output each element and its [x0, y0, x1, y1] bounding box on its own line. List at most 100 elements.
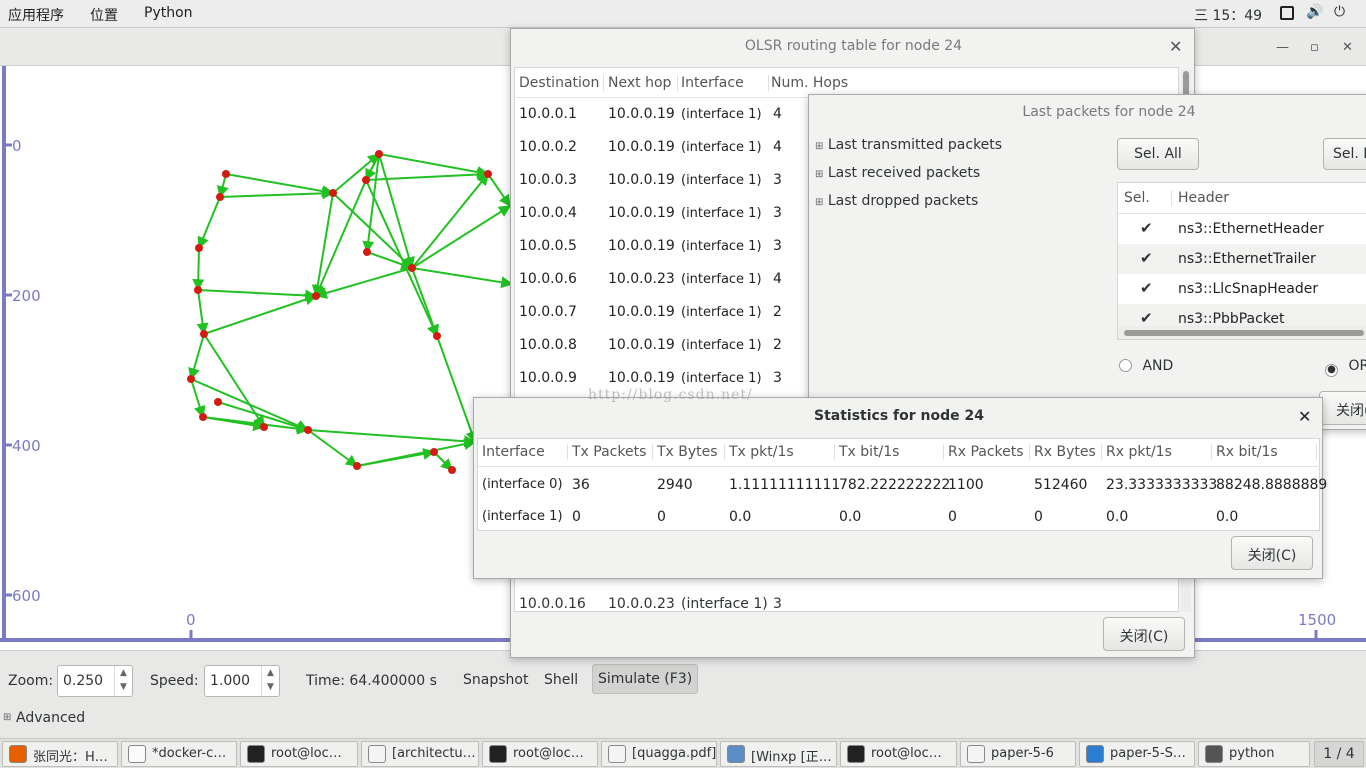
- zoom-spinner[interactable]: 0.250 ▲ ▼: [57, 665, 133, 697]
- tree-dropped[interactable]: ⊞ Last dropped packets: [815, 193, 978, 209]
- node[interactable]: [312, 292, 320, 300]
- col-num-hops[interactable]: Num. Hops: [771, 75, 848, 91]
- maximize-icon[interactable]: ▫: [1310, 40, 1319, 55]
- volume-icon[interactable]: 🔊: [1306, 4, 1323, 20]
- stats-col-header[interactable]: Rx pkt/1s: [1106, 444, 1212, 460]
- table-row[interactable]: 10.0.0.5 10.0.0.19 (interface 1) 3: [515, 230, 815, 263]
- table-row[interactable]: 10.0.0.3 10.0.0.19 (interface 1) 3: [515, 164, 815, 197]
- col-header[interactable]: Header: [1178, 190, 1229, 206]
- table-cell: 10.0.0.4: [519, 205, 577, 221]
- close-icon[interactable]: ✕: [1298, 407, 1311, 426]
- clock[interactable]: 三 15：49: [1194, 5, 1262, 25]
- list-item[interactable]: ✔ ns3::EthernetTrailer: [1118, 244, 1366, 274]
- taskbar-item[interactable]: [architectu…: [361, 741, 479, 767]
- taskbar-item[interactable]: root@loc…: [482, 741, 598, 767]
- node[interactable]: [222, 170, 230, 178]
- node[interactable]: [375, 150, 383, 158]
- taskbar-item[interactable]: [Winxp [正…: [720, 741, 837, 767]
- close-icon[interactable]: ✕: [1169, 37, 1182, 56]
- advanced-expander[interactable]: Advanced: [16, 710, 85, 726]
- packets-close-button[interactable]: 关闭(: [1319, 391, 1366, 425]
- node[interactable]: [200, 330, 208, 338]
- node[interactable]: [484, 170, 492, 178]
- window-list-icon[interactable]: [1280, 6, 1294, 20]
- stats-close-button[interactable]: 关闭(C): [1231, 536, 1313, 570]
- table-row[interactable]: (interface 0) 36 2940 1.11111111111 782.2222…: [478, 467, 1327, 499]
- stats-col-header[interactable]: Tx Packets: [572, 444, 653, 460]
- node[interactable]: [304, 426, 312, 434]
- stats-col-header[interactable]: Rx bit/1s: [1216, 444, 1317, 460]
- col-interface[interactable]: Interface: [681, 75, 769, 91]
- node[interactable]: [448, 466, 456, 474]
- node[interactable]: [433, 332, 441, 340]
- table-row[interactable]: 10.0.0.4 10.0.0.19 (interface 1) 3: [515, 197, 815, 230]
- table-cell: 782.222222222: [839, 477, 951, 493]
- stats-col-header[interactable]: Tx bit/1s: [839, 444, 944, 460]
- checkbox-icon[interactable]: ✔: [1140, 249, 1153, 267]
- simulate-button[interactable]: Simulate (F3): [592, 664, 699, 694]
- list-item[interactable]: ✔ ns3::EthernetHeader: [1118, 214, 1366, 244]
- routing-close-button[interactable]: 关闭(C): [1103, 617, 1185, 651]
- table-row[interactable]: 10.0.0.8 10.0.0.19 (interface 1) 2: [515, 329, 815, 362]
- places-menu[interactable]: 位置: [90, 5, 118, 25]
- node[interactable]: [430, 448, 438, 456]
- node[interactable]: [362, 176, 370, 184]
- select-none-button[interactable]: Sel. N: [1323, 138, 1366, 170]
- header-list-scrollbar[interactable]: [1118, 326, 1366, 339]
- tree-received[interactable]: ⊞ Last received packets: [815, 165, 980, 181]
- node[interactable]: [194, 286, 202, 294]
- applications-menu[interactable]: 应用程序: [8, 5, 64, 25]
- power-icon[interactable]: ⏻: [1334, 4, 1345, 20]
- checkbox-icon[interactable]: ✔: [1140, 219, 1153, 237]
- taskbar-item[interactable]: root@loc…: [240, 741, 358, 767]
- col-destination[interactable]: Destination: [519, 75, 604, 91]
- node[interactable]: [408, 264, 416, 272]
- minimize-icon[interactable]: —: [1276, 40, 1289, 55]
- table-row[interactable]: (interface 1) 0 0 0.0 0.0 0 0 0.0 0.0: [478, 499, 1321, 531]
- taskbar-item[interactable]: paper-5-S…: [1079, 741, 1195, 767]
- taskbar-item[interactable]: root@loc…: [840, 741, 957, 767]
- table-row[interactable]: 10.0.0.6 10.0.0.23 (interface 1) 4: [515, 263, 815, 296]
- taskbar-item[interactable]: python: [1198, 741, 1310, 767]
- close-window-icon[interactable]: ✕: [1342, 40, 1353, 55]
- and-radio[interactable]: AND: [1119, 358, 1173, 374]
- node[interactable]: [214, 398, 222, 406]
- taskbar-item[interactable]: *docker-c…: [121, 741, 237, 767]
- app-menu[interactable]: Python: [144, 5, 193, 21]
- tree-transmitted[interactable]: ⊞ Last transmitted packets: [815, 137, 1002, 153]
- taskbar-item[interactable]: paper-5-6: [960, 741, 1076, 767]
- stats-col-header[interactable]: Rx Bytes: [1034, 444, 1102, 460]
- app-icon: [608, 745, 626, 763]
- col-sel[interactable]: Sel.: [1124, 190, 1172, 206]
- taskbar-item[interactable]: [quagga.pdf]: [601, 741, 717, 767]
- col-next-hop[interactable]: Next hop: [608, 75, 678, 91]
- shell-button[interactable]: Shell: [539, 666, 583, 694]
- stats-col-header[interactable]: Interface: [482, 444, 568, 460]
- or-radio[interactable]: ● OR: [1325, 358, 1366, 377]
- node[interactable]: [199, 413, 207, 421]
- taskbar-item[interactable]: 张同光：H…: [2, 741, 118, 767]
- node[interactable]: [363, 248, 371, 256]
- select-all-button[interactable]: Sel. All: [1117, 138, 1199, 170]
- workspace-pager[interactable]: 1 / 4: [1314, 741, 1364, 767]
- expander-icon[interactable]: ⊞: [3, 712, 11, 723]
- speed-spinner[interactable]: 1.000 ▲ ▼: [204, 665, 280, 697]
- stats-col-header[interactable]: Tx pkt/1s: [729, 444, 835, 460]
- table-row[interactable]: 10.0.0.7 10.0.0.19 (interface 1) 2: [515, 296, 815, 329]
- snapshot-button[interactable]: Snapshot: [458, 666, 533, 694]
- node[interactable]: [216, 193, 224, 201]
- table-row[interactable]: 10.0.0.1 10.0.0.19 (interface 1) 4: [515, 98, 815, 131]
- list-item[interactable]: ✔ ns3::LlcSnapHeader: [1118, 274, 1366, 304]
- speed-stepper-icon[interactable]: ▲ ▼: [261, 666, 279, 696]
- checkbox-icon[interactable]: ✔: [1140, 309, 1153, 327]
- stats-col-header[interactable]: Rx Packets: [948, 444, 1030, 460]
- node[interactable]: [329, 189, 337, 197]
- table-row[interactable]: 10.0.0.2 10.0.0.19 (interface 1) 4: [515, 131, 815, 164]
- checkbox-icon[interactable]: ✔: [1140, 279, 1153, 297]
- node[interactable]: [187, 375, 195, 383]
- node[interactable]: [195, 244, 203, 252]
- node[interactable]: [353, 462, 361, 470]
- node[interactable]: [260, 423, 268, 431]
- stats-col-header[interactable]: Tx Bytes: [657, 444, 725, 460]
- zoom-stepper-icon[interactable]: ▲ ▼: [114, 666, 132, 696]
